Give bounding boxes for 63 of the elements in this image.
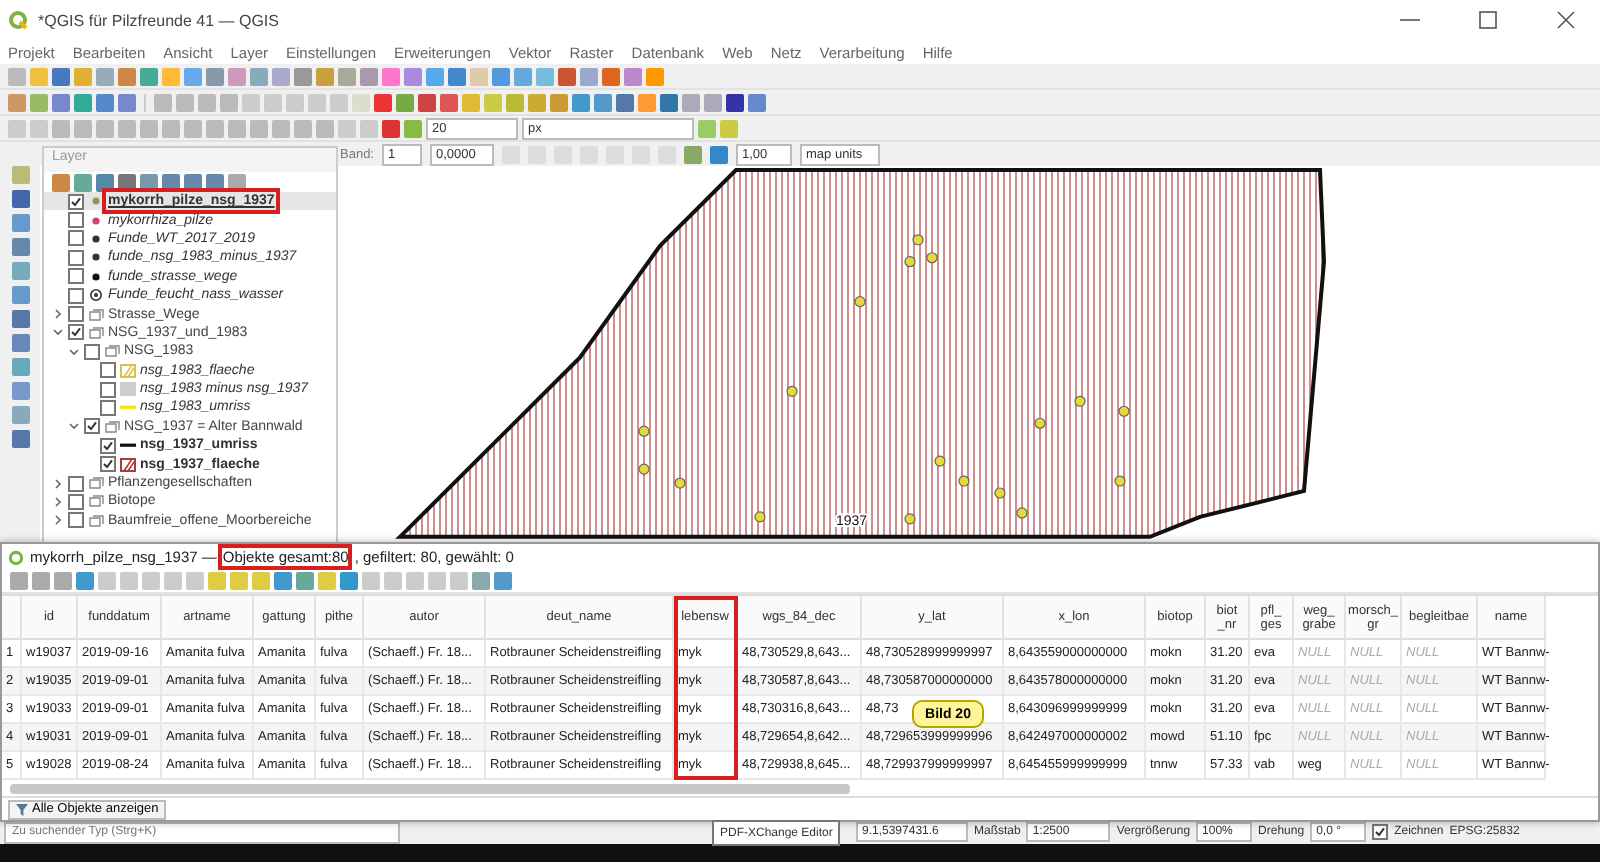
checkbox[interactable] (68, 493, 84, 510)
point-marker (1034, 417, 1046, 429)
point-marker (912, 234, 924, 246)
chevron-icon[interactable] (52, 308, 64, 321)
checkbox[interactable] (100, 381, 116, 398)
point-marker (854, 296, 866, 308)
checkbox[interactable] (68, 324, 84, 341)
checkbox[interactable] (100, 362, 116, 379)
point-marker (1118, 405, 1130, 417)
checkbox[interactable] (84, 343, 100, 360)
checkbox[interactable] (100, 437, 116, 454)
ring-symbol-icon (88, 288, 104, 303)
hatched-fill-icon (120, 363, 136, 378)
checkbox[interactable] (68, 268, 84, 285)
checkbox[interactable] (1372, 824, 1389, 840)
layer-group-icon (88, 325, 104, 340)
point-marker (926, 252, 938, 264)
chevron-icon[interactable] (68, 420, 80, 433)
point-marker (904, 513, 916, 525)
checkbox[interactable] (84, 418, 100, 435)
point-marker (674, 477, 686, 489)
window-title: *QGIS für Pilzfreunde 41 — QGIS (38, 11, 281, 29)
point-marker (934, 455, 946, 467)
checkbox[interactable] (68, 475, 84, 492)
hatched-fill-icon (120, 457, 136, 472)
line-symbol-icon (120, 400, 136, 415)
point-marker (904, 256, 916, 268)
point-marker (638, 463, 650, 475)
app-logo-icon (8, 549, 24, 565)
point-marker (786, 385, 798, 397)
point-marker (994, 487, 1006, 499)
scrollbar-thumb[interactable] (10, 783, 850, 793)
checkbox[interactable] (68, 230, 84, 247)
checkbox[interactable] (68, 212, 84, 229)
checkbox[interactable] (68, 287, 84, 304)
checkbox[interactable] (68, 193, 84, 210)
layer-group-icon (88, 307, 104, 322)
checkbox[interactable] (68, 306, 84, 323)
point-marker (638, 425, 650, 437)
layer-group-icon (88, 476, 104, 491)
chevron-icon[interactable] (52, 514, 64, 527)
header-corner[interactable] (2, 596, 22, 640)
chevron-icon[interactable] (52, 495, 64, 508)
fill-symbol-icon (120, 382, 136, 397)
layer-group-icon (104, 344, 120, 359)
checkbox[interactable] (68, 249, 84, 266)
app-logo-icon (8, 10, 28, 30)
line-symbol-icon (120, 438, 136, 453)
point-marker (1016, 507, 1028, 519)
chevron-icon[interactable] (68, 345, 80, 358)
point-marker (958, 475, 970, 487)
layer-group-icon (88, 494, 104, 509)
layer-group-icon (104, 419, 120, 434)
filter-icon (16, 803, 28, 815)
chevron-icon[interactable] (52, 477, 64, 490)
chevron-icon[interactable] (52, 326, 64, 339)
point-marker (754, 511, 766, 523)
checkbox[interactable] (68, 512, 84, 529)
layer-group-icon (88, 513, 104, 528)
checkbox[interactable] (100, 456, 116, 473)
point-marker (1114, 475, 1126, 487)
checkbox[interactable] (100, 399, 116, 416)
point-marker (1074, 395, 1086, 407)
